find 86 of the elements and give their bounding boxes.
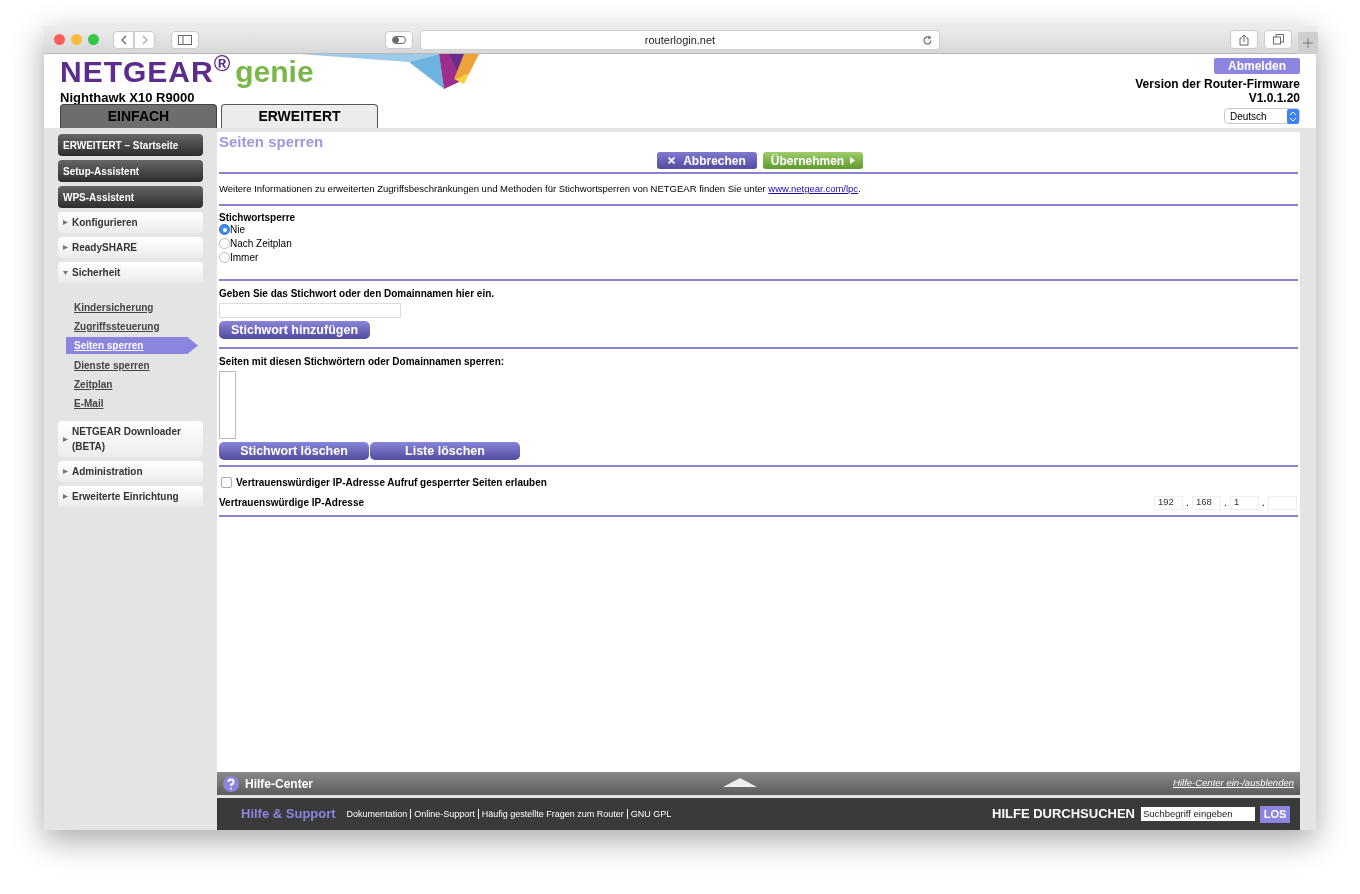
share-button[interactable]	[1230, 30, 1258, 49]
search-label: HILFE DURCHSUCHEN	[992, 805, 1135, 824]
radio-button[interactable]	[219, 238, 230, 249]
help-center-title: Hilfe-Center	[245, 775, 313, 793]
language-select[interactable]: Deutsch	[1224, 108, 1300, 124]
help-icon[interactable]	[223, 775, 239, 792]
page-title: Seiten sperren	[219, 132, 325, 149]
sidebar-subitem[interactable]: Dienste sperren	[58, 357, 203, 373]
sidebar-subitem[interactable]: Zugriffssteuerung	[58, 318, 203, 334]
firmware-label: Version der Router-Firmware	[1135, 76, 1300, 93]
caret-right-icon	[63, 245, 68, 250]
reload-icon[interactable]	[922, 35, 933, 46]
trusted-ip-checkbox[interactable]	[221, 477, 232, 488]
keyword-input[interactable]	[219, 303, 401, 318]
address-bar[interactable]: routerlogin.net	[420, 30, 940, 50]
footer-link[interactable]: Online-Support	[410, 809, 478, 819]
close-icon	[668, 157, 676, 164]
sidebar-item[interactable]: ReadySHARE	[58, 237, 203, 258]
footer-title: Hilfe & Support	[241, 805, 336, 824]
product-logo: genie	[235, 57, 314, 87]
sidebar-subitem[interactable]: E-Mail	[58, 395, 203, 411]
radio-label: Nie	[230, 224, 245, 235]
sidebar-toggle-button[interactable]	[171, 30, 199, 49]
tab[interactable]: ERWEITERT	[221, 104, 378, 128]
section-label: Geben Sie das Stichwort oder den Domainnamen hier ein.	[219, 287, 495, 300]
sidebar-item[interactable]: WPS-Assistent	[58, 186, 203, 208]
list-button[interactable]: Liste löschen	[370, 442, 520, 460]
ip-separator: .	[1185, 496, 1190, 510]
caret-down-icon	[63, 270, 68, 275]
search-field[interactable]: Suchbegriff eingeben	[1141, 807, 1255, 821]
checkbox-label: Vertrauenswürdiger IP-Adresse Aufruf gesperrter Seiten erlauben	[236, 476, 547, 490]
overlapping-squares-icon	[1272, 34, 1284, 45]
caret-right-icon	[63, 469, 68, 474]
caret-right-icon	[63, 220, 68, 225]
help-toggle-link[interactable]: Hilfe-Center ein-/ausblenden	[1173, 776, 1294, 791]
footer-link[interactable]: Häufig gestellte Fragen zum Router	[477, 809, 627, 819]
forward-button[interactable]	[134, 30, 155, 49]
ip-separator: .	[1261, 496, 1266, 510]
brand-logo: NETGEAR$^{®}$	[60, 57, 232, 87]
radio-label: Nach Zeitplan	[230, 238, 292, 249]
back-button[interactable]	[113, 30, 134, 49]
chevron-left-icon	[119, 34, 128, 45]
sidebar-item[interactable]: ERWEITERT – Startseite	[58, 134, 203, 156]
footer-link[interactable]: GNU GPL	[626, 809, 675, 819]
play-icon	[850, 157, 856, 164]
section-label: Stichwortsperre	[219, 211, 297, 224]
sidebar-item[interactable]: Sicherheit	[58, 262, 203, 283]
toggle-icon	[392, 36, 406, 44]
radio-button[interactable]	[219, 252, 230, 263]
sidebar-item[interactable]: Erweiterte Einrichtung	[58, 486, 203, 507]
tabs-overview-button[interactable]	[1264, 30, 1292, 49]
close-window-icon[interactable]	[54, 34, 65, 45]
router-model: Nighthawk X10 R9000	[60, 89, 195, 107]
ip-field[interactable]: 1	[1230, 495, 1259, 510]
sidebar-icon	[178, 34, 192, 45]
minimize-window-icon[interactable]	[71, 34, 82, 45]
caret-right-icon	[63, 436, 68, 442]
sidebar-item[interactable]: Setup-Assistent	[58, 160, 203, 182]
caret-right-icon	[63, 494, 68, 499]
plus-icon	[1303, 38, 1313, 48]
radio-label: Immer	[230, 252, 259, 263]
sidebar-subitem[interactable]: Zeitplan	[58, 376, 203, 392]
maximize-window-icon[interactable]	[88, 34, 99, 45]
cancel-button[interactable]: Abbrechen	[657, 152, 757, 169]
share-icon	[1239, 33, 1249, 46]
info-text: Weitere Informationen zu erweiterten Zugriffsbeschränkungen und Methoden für Stichwortsperren von NETGEAR finden Sie unter www.netgear.com/lpc.	[219, 181, 861, 196]
expand-icon[interactable]	[723, 778, 757, 787]
ip-field[interactable]: 192	[1154, 495, 1183, 510]
ip-separator: .	[1223, 496, 1228, 510]
sidebar-item[interactable]: Konfigurieren	[58, 212, 203, 233]
reader-button[interactable]	[385, 31, 413, 49]
radio-button[interactable]	[219, 224, 230, 235]
sidebar-item[interactable]: Administration	[58, 461, 203, 482]
chevron-right-icon	[140, 34, 149, 45]
keyword-list[interactable]	[219, 371, 236, 439]
firmware-version: V1.0.1.20	[1248, 90, 1300, 107]
tab[interactable]: EINFACH	[60, 104, 217, 128]
new-tab-button[interactable]	[1298, 32, 1318, 54]
ip-field[interactable]: 168	[1192, 495, 1221, 510]
sidebar-item[interactable]: NETGEAR Downloader (BETA)	[58, 421, 203, 457]
add-keyword-button[interactable]: Stichwort hinzufügen	[219, 321, 370, 339]
list-button[interactable]: Stichwort löschen	[219, 442, 369, 460]
sidebar-subitem[interactable]: Kindersicherung	[58, 299, 203, 315]
section-label: Seiten mit diesen Stichwörtern oder Domainnamen sperren:	[219, 355, 505, 368]
footer-link[interactable]: Dokumentation	[343, 809, 411, 819]
ip-label: Vertrauenswürdige IP-Adresse	[219, 496, 365, 510]
